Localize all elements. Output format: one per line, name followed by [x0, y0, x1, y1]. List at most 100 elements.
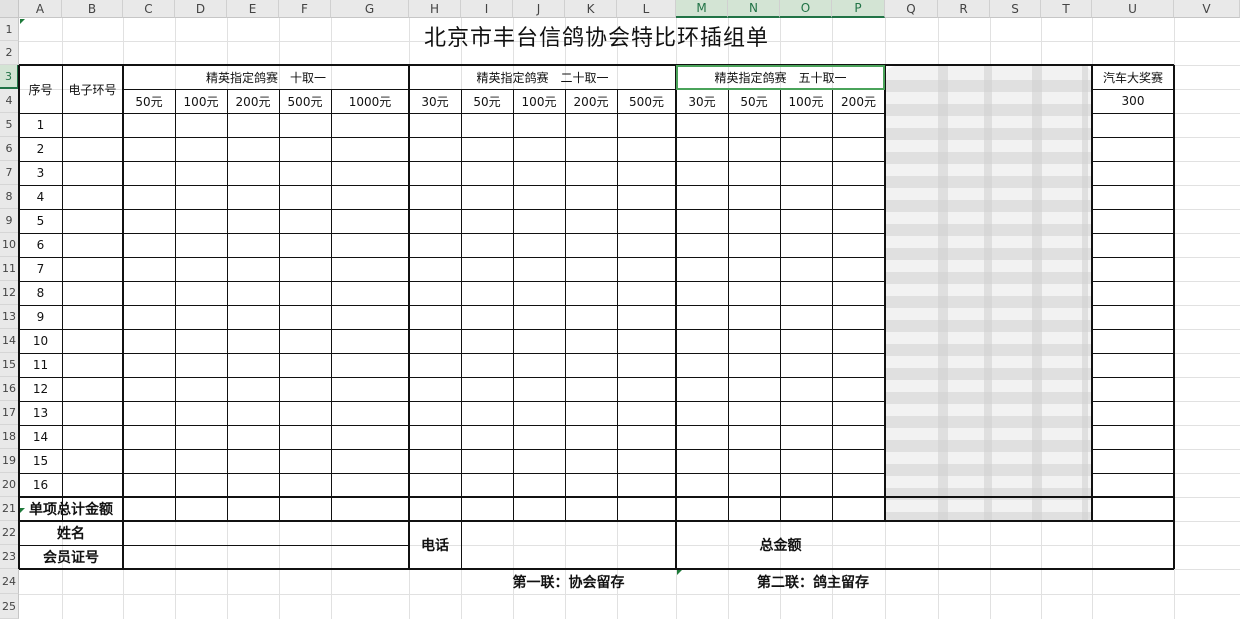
border-line — [884, 65, 886, 521]
column-header-S[interactable]: S — [990, 0, 1041, 18]
border-line — [19, 161, 885, 162]
spreadsheet[interactable]: A B C D E F G H I J K L M N O P Q R S T U V 1 2 3 4 5 6 7 8 9 10 11 12 13 1… — [0, 0, 1240, 619]
row-header-22[interactable]: 22 — [0, 521, 19, 545]
column-header-V[interactable]: V — [1174, 0, 1240, 18]
total-amount-label: 总金额 — [759, 538, 802, 554]
row-header-15[interactable]: 15 — [0, 353, 19, 377]
row-header-10[interactable]: 10 — [0, 233, 19, 257]
border-line — [1092, 401, 1174, 402]
row-header-17[interactable]: 17 — [0, 401, 19, 425]
active-cell-selection[interactable] — [676, 65, 885, 90]
border-line — [675, 65, 677, 569]
blur-stripe — [1032, 66, 1042, 521]
row-header-19[interactable]: 19 — [0, 449, 19, 473]
column-header-P[interactable]: P — [832, 0, 885, 18]
row-header-18[interactable]: 18 — [0, 425, 19, 449]
row-header-11[interactable]: 11 — [0, 257, 19, 281]
border-line — [1092, 161, 1174, 162]
seq-number: 6 — [36, 238, 45, 252]
seq-number: 3 — [36, 166, 45, 180]
border-line — [19, 377, 885, 378]
border-line — [19, 401, 885, 402]
border-line — [461, 521, 462, 569]
row-header-25[interactable]: 25 — [0, 594, 19, 619]
row-header-7[interactable]: 7 — [0, 161, 19, 185]
column-header-J[interactable]: J — [513, 0, 565, 18]
amount-cell: 100元 — [183, 94, 219, 109]
border-line — [19, 520, 1174, 522]
row-header-20[interactable]: 20 — [0, 473, 19, 497]
row-header-9[interactable]: 9 — [0, 209, 19, 233]
amount-cell: 200元 — [573, 94, 609, 109]
row-header-12[interactable]: 12 — [0, 281, 19, 305]
row-header-13[interactable]: 13 — [0, 305, 19, 329]
border-line — [1091, 65, 1093, 521]
seq-number: 7 — [36, 262, 45, 276]
border-line — [175, 89, 176, 521]
column-header-H[interactable]: H — [409, 0, 461, 18]
border-line — [1092, 473, 1174, 474]
column-header-I[interactable]: I — [461, 0, 513, 18]
border-line — [1092, 233, 1174, 234]
border-line — [1092, 113, 1174, 114]
border-line — [62, 89, 63, 521]
border-line — [1092, 449, 1174, 450]
header-group-10-pick-1: 精英指定鸽赛 十取一 — [205, 70, 326, 85]
seq-number: 9 — [36, 310, 45, 324]
column-header-O[interactable]: O — [780, 0, 832, 18]
border-line — [1092, 281, 1174, 282]
border-line — [19, 329, 885, 330]
cell-indicator-icon — [20, 508, 25, 513]
seq-number: 10 — [32, 334, 49, 348]
column-header-F[interactable]: F — [279, 0, 331, 18]
column-header-N[interactable]: N — [728, 0, 780, 18]
select-all-corner[interactable] — [0, 0, 19, 18]
row-header-5[interactable]: 5 — [0, 113, 19, 137]
column-header-R[interactable]: R — [938, 0, 990, 18]
column-header-B[interactable]: B — [62, 0, 123, 18]
amount-cell: 1000元 — [348, 94, 392, 109]
seq-number: 8 — [36, 286, 45, 300]
amount-cell: 50元 — [135, 94, 163, 109]
border-line — [780, 89, 781, 521]
column-header-G[interactable]: G — [331, 0, 409, 18]
border-line — [19, 185, 885, 186]
row-header-6[interactable]: 6 — [0, 137, 19, 161]
gridline — [19, 594, 1240, 595]
row-header-14[interactable]: 14 — [0, 329, 19, 353]
row-header-2[interactable]: 2 — [0, 41, 19, 65]
amount-cell: 50元 — [473, 94, 501, 109]
border-line — [1092, 425, 1174, 426]
column-header-U[interactable]: U — [1092, 0, 1174, 18]
border-line — [122, 65, 124, 569]
border-line — [1092, 377, 1174, 378]
seq-number: 4 — [36, 190, 45, 204]
amount-cell: 200元 — [235, 94, 271, 109]
column-header-T[interactable]: T — [1041, 0, 1092, 18]
border-line — [19, 281, 885, 282]
amount-cell: 30元 — [688, 94, 716, 109]
border-line — [461, 89, 462, 521]
column-header-D[interactable]: D — [175, 0, 227, 18]
column-header-K[interactable]: K — [565, 0, 617, 18]
row-header-1[interactable]: 1 — [0, 18, 19, 41]
row-header-21[interactable]: 21 — [0, 497, 19, 521]
row-header-3[interactable]: 3 — [0, 65, 19, 89]
column-header-E[interactable]: E — [227, 0, 279, 18]
row-header-23[interactable]: 23 — [0, 545, 19, 569]
row-header-4[interactable]: 4 — [0, 89, 19, 113]
row-header-16[interactable]: 16 — [0, 377, 19, 401]
border-line — [1092, 185, 1174, 186]
column-header-L[interactable]: L — [617, 0, 676, 18]
column-header-C[interactable]: C — [123, 0, 175, 18]
row-header-24[interactable]: 24 — [0, 569, 19, 594]
border-line — [19, 449, 885, 450]
border-line — [1092, 353, 1174, 354]
column-header-A[interactable]: A — [19, 0, 62, 18]
row-header-8[interactable]: 8 — [0, 185, 19, 209]
column-header-M[interactable]: M — [676, 0, 728, 18]
border-line — [408, 65, 410, 569]
column-header-Q[interactable]: Q — [885, 0, 938, 18]
border-line — [279, 89, 280, 521]
cell-indicator-icon — [20, 19, 25, 24]
